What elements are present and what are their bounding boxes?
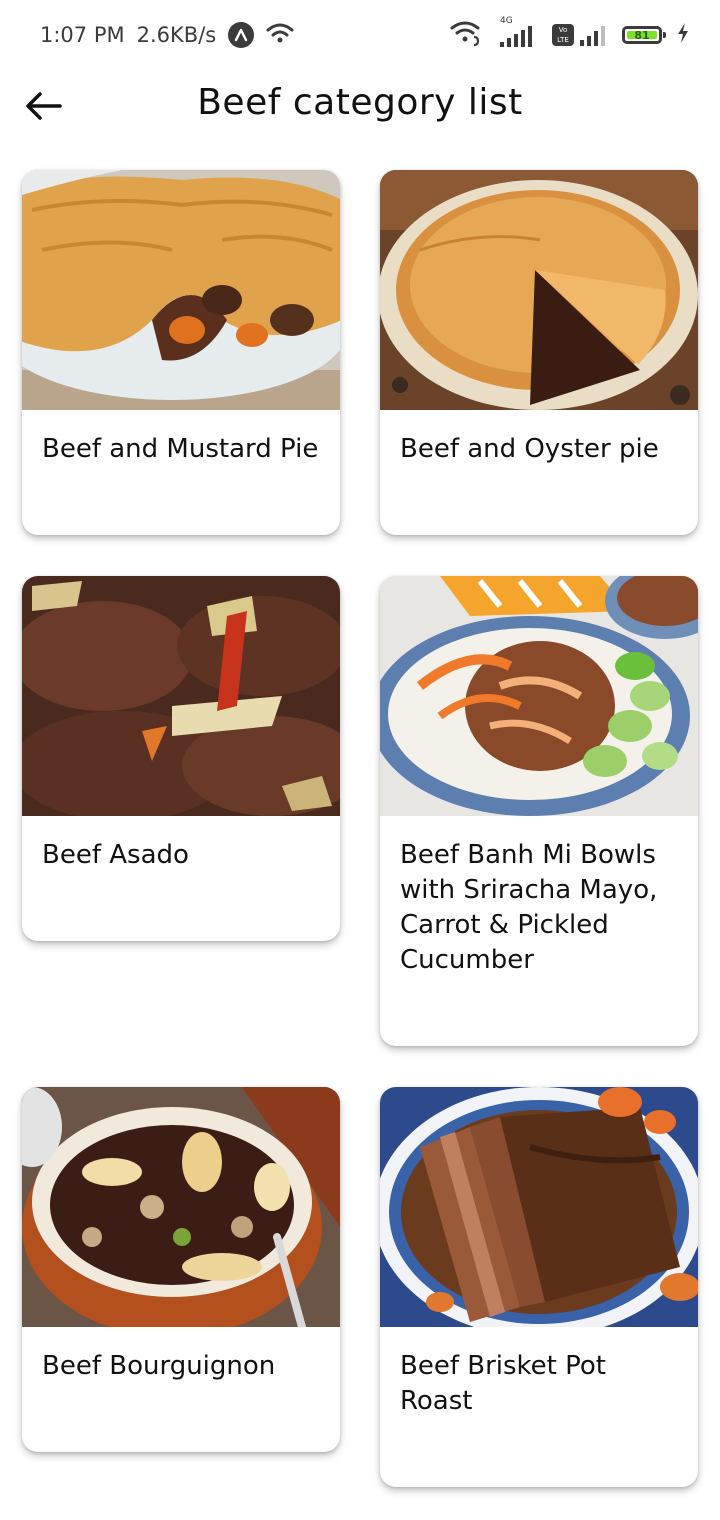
recipe-card[interactable]: Beef and Mustard Pie xyxy=(22,170,340,535)
signal-4g-icon: 4G xyxy=(498,16,538,50)
battery-level: 81 xyxy=(627,29,657,42)
recipe-title: Beef and Mustard Pie xyxy=(42,434,319,464)
status-left: 1:07 PM 2.6KB/s xyxy=(40,20,294,50)
recipe-image xyxy=(22,170,340,410)
recipe-image xyxy=(380,1087,698,1327)
recipe-card[interactable]: Beef Bourguignon xyxy=(22,1087,340,1452)
recipe-card[interactable]: Beef Asado xyxy=(22,576,340,941)
app-notification-icon xyxy=(228,22,255,48)
wifi-calling-icon xyxy=(450,19,484,51)
recipe-card[interactable]: Beef Brisket Pot Roast xyxy=(380,1087,698,1487)
recipe-card[interactable]: Beef Banh Mi Bowls with Sriracha Mayo, C… xyxy=(380,576,698,1046)
status-network-speed: 2.6KB/s xyxy=(136,23,217,47)
volte-badge: Vo LTE xyxy=(552,24,574,46)
app-header: Beef category list xyxy=(0,70,720,140)
recipe-image xyxy=(380,576,698,816)
battery-icon: 81 xyxy=(622,26,666,44)
recipe-image xyxy=(22,1087,340,1327)
page-title: Beef category list xyxy=(197,82,523,123)
recipe-title: Beef Bourguignon xyxy=(42,1351,276,1381)
charging-bolt-icon xyxy=(676,22,690,48)
recipe-card[interactable]: Beef and Oyster pie xyxy=(380,170,698,535)
recipe-image xyxy=(380,170,698,410)
recipe-title: Beef Asado xyxy=(42,840,189,870)
status-time: 1:07 PM xyxy=(40,23,125,47)
recipe-title: Beef Banh Mi Bowls with Sriracha Mayo, C… xyxy=(400,840,658,975)
status-right: 4G Vo LTE 81 xyxy=(450,16,690,52)
wifi-icon xyxy=(266,22,294,49)
volte-signal-icon: Vo LTE xyxy=(552,22,608,48)
recipe-title: Beef and Oyster pie xyxy=(400,434,659,464)
status-bar: 1:07 PM 2.6KB/s 4G Vo LTE 81 xyxy=(0,0,720,70)
recipe-title: Beef Brisket Pot Roast xyxy=(400,1351,606,1416)
recipe-image xyxy=(22,576,340,816)
